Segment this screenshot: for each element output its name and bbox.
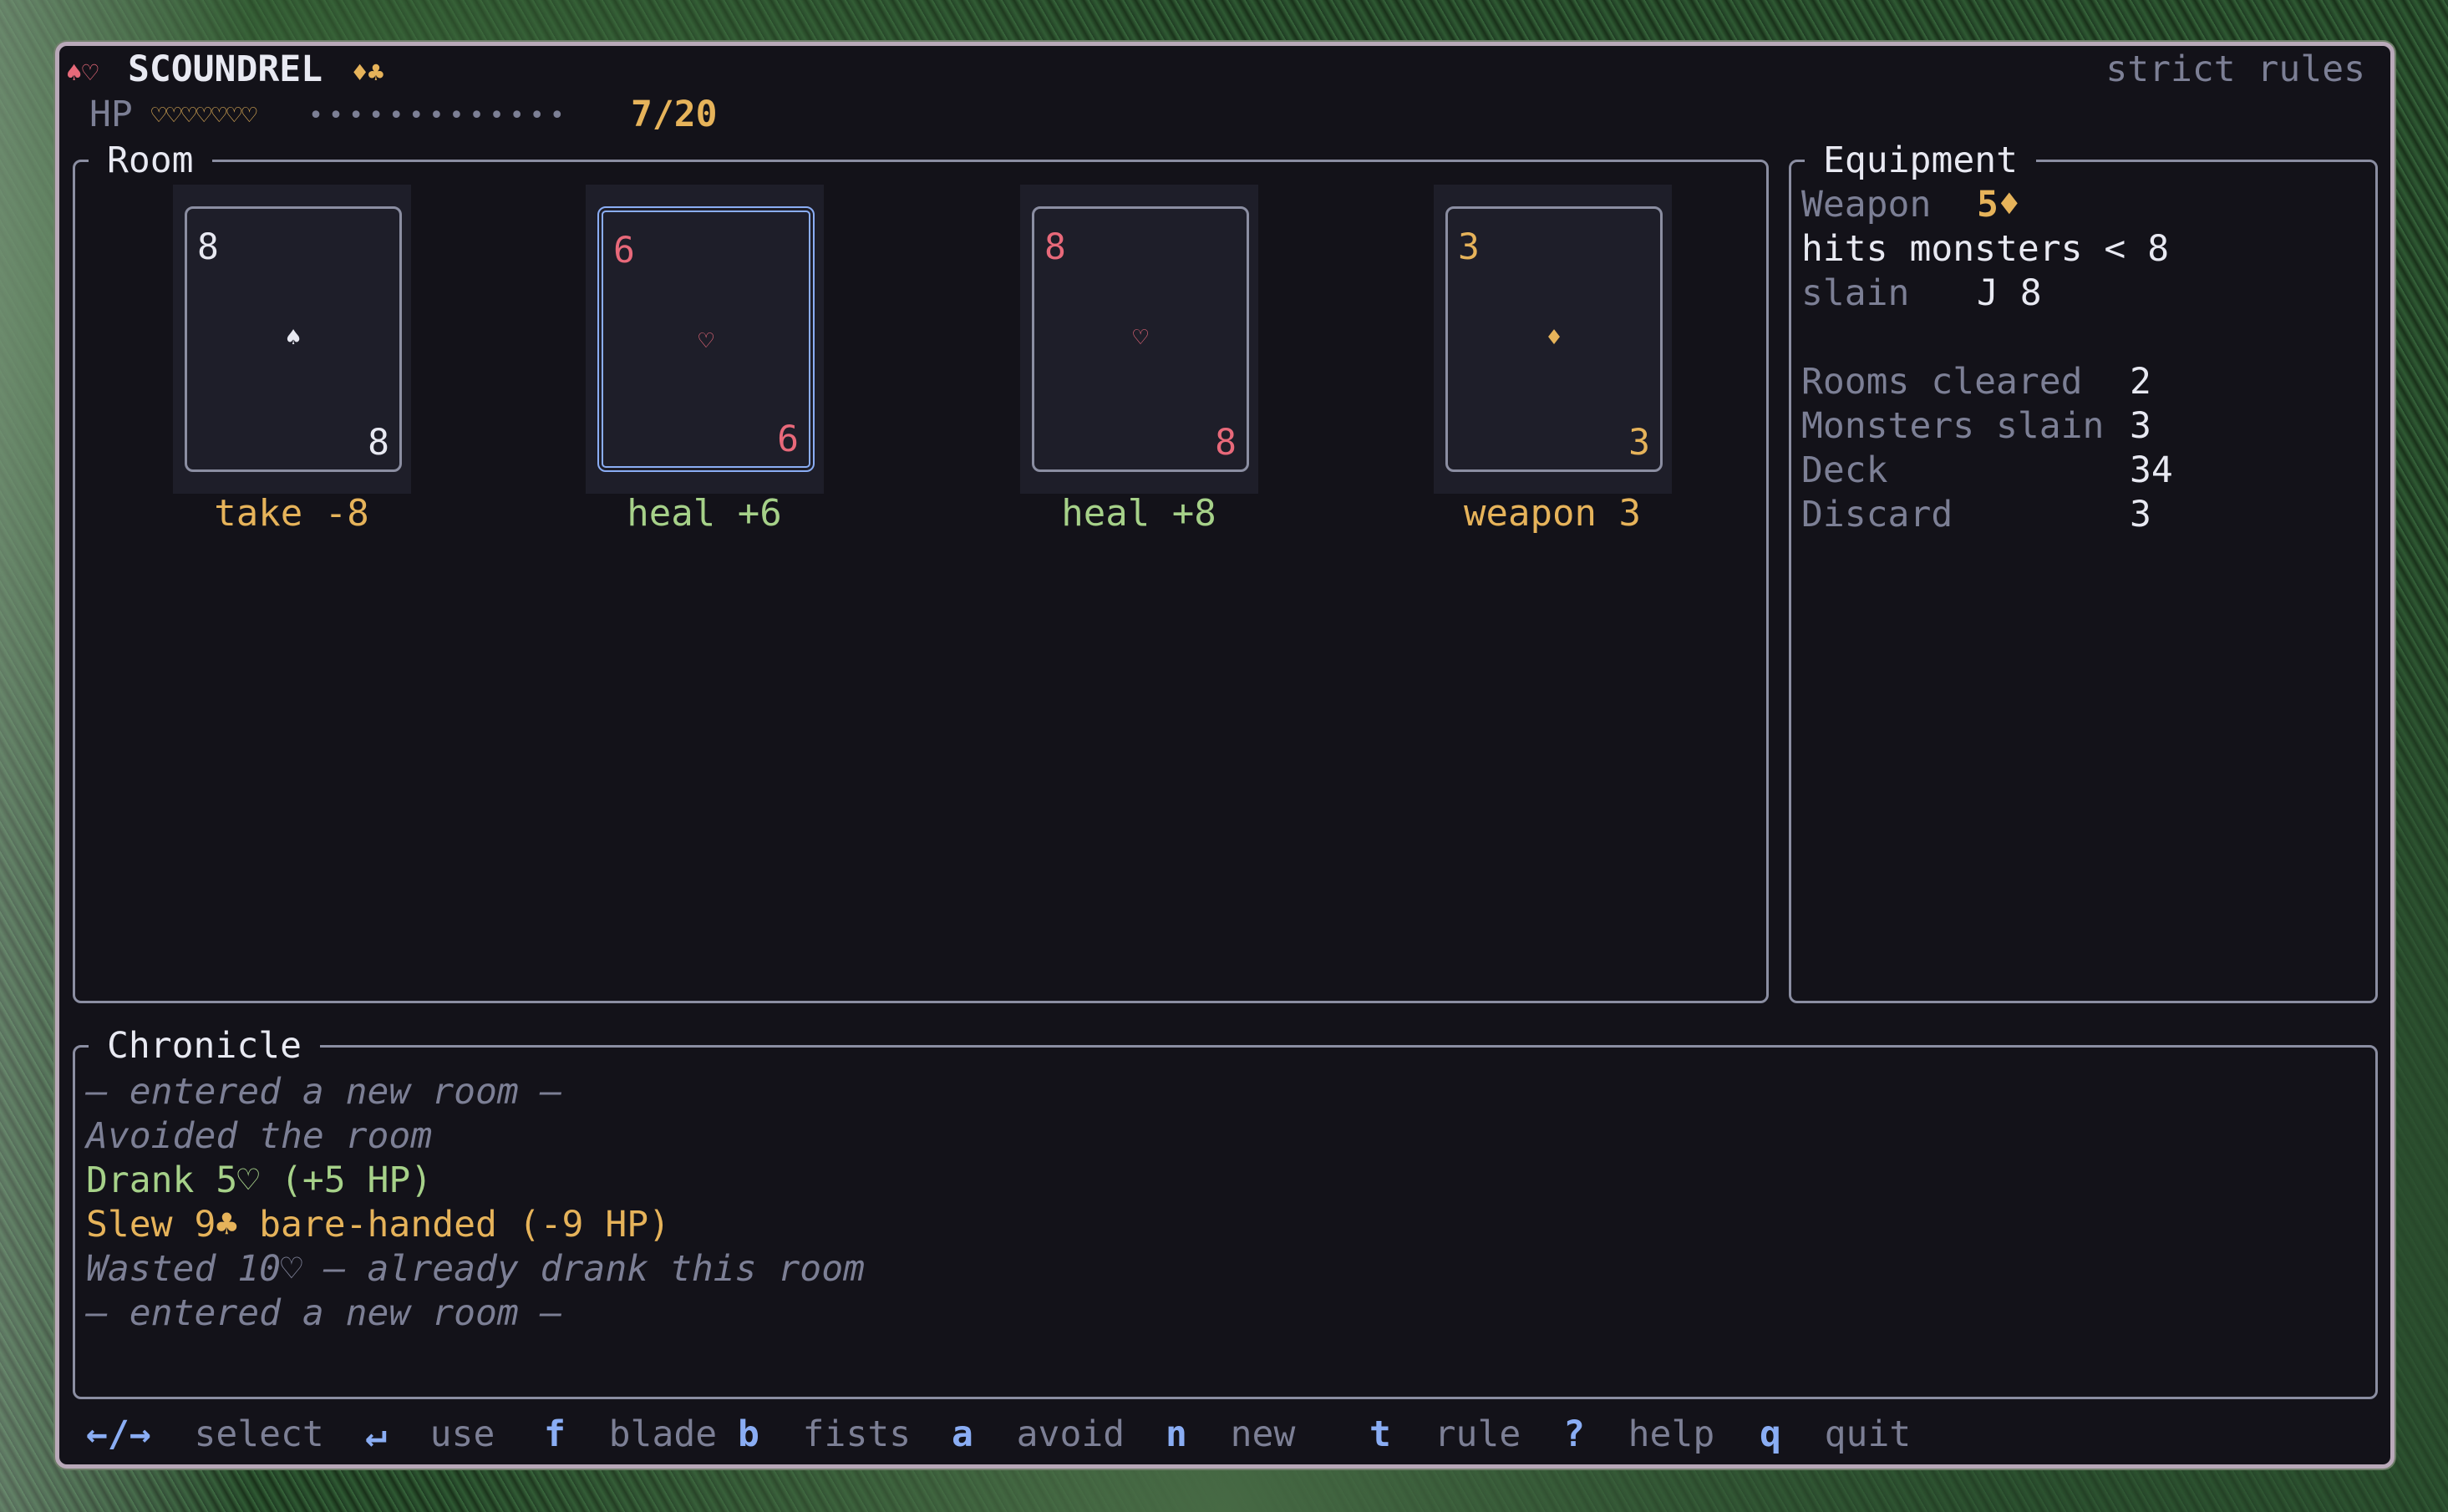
room-card-selected[interactable]: 6 ♡ 6 bbox=[597, 206, 815, 472]
chronicle-entry: Drank 5♡ (+5 HP) bbox=[86, 1159, 433, 1201]
heart-icon: ♡ bbox=[698, 327, 714, 356]
key-hint-rule[interactable]: t rule bbox=[1369, 1413, 1521, 1456]
heart-icon: ♡ bbox=[1132, 323, 1149, 353]
diamond-icon: ♦ bbox=[1546, 323, 1562, 353]
chronicle-entry: — entered a new room — bbox=[86, 1292, 562, 1334]
key-hint-help[interactable]: ? help bbox=[1563, 1413, 1714, 1456]
chronicle-entry: Slew 9♣ bare-handed (-9 HP) bbox=[86, 1204, 670, 1246]
hp-hearts: ♡♡♡♡♡♡♡ bbox=[151, 101, 257, 130]
room-card[interactable]: 8 ♡ 8 bbox=[1032, 206, 1249, 472]
key-hint-key: ←/→ bbox=[86, 1413, 151, 1455]
stat-deck-label: Deck bbox=[1801, 449, 1888, 491]
room-card-slot[interactable]: 3 ♦ 3 weapon 3 bbox=[1434, 185, 1672, 535]
key-hint-use[interactable]: ↵ use bbox=[365, 1413, 495, 1456]
card-action-label: weapon 3 bbox=[1464, 492, 1641, 535]
room-panel-title: Room bbox=[89, 139, 212, 182]
card-rank-top: 8 bbox=[197, 226, 219, 268]
card-rank-bottom: 6 bbox=[777, 419, 799, 460]
key-hint-label: rule bbox=[1434, 1413, 1521, 1455]
chronicle-panel-title: Chronicle bbox=[89, 1024, 320, 1068]
key-hint-label: select bbox=[194, 1413, 324, 1455]
room-card-slot[interactable]: 6 ♡ 6 heal +6 bbox=[586, 185, 824, 535]
key-hint-key: f bbox=[544, 1413, 566, 1455]
terminal-window: ♠♡ SCOUNDREL ♦♣ strict rules HP ♡♡♡♡♡♡♡ … bbox=[55, 42, 2395, 1469]
key-hint-label: blade bbox=[608, 1413, 718, 1455]
key-hint-quit[interactable]: q quit bbox=[1760, 1413, 1911, 1456]
chronicle-entry: Avoided the room bbox=[86, 1115, 433, 1157]
weapon-label: Weapon bbox=[1801, 184, 1932, 226]
key-hint-label: quit bbox=[1824, 1413, 1912, 1455]
key-hint-label: fists bbox=[802, 1413, 912, 1455]
key-hint-label: use bbox=[429, 1413, 495, 1455]
equipment-panel-title: Equipment bbox=[1805, 139, 2036, 182]
slain-label: slain bbox=[1801, 272, 1910, 314]
room-card[interactable]: 8 ♠ 8 bbox=[185, 206, 402, 472]
key-hint-key: b bbox=[738, 1413, 759, 1455]
key-hint-blade[interactable]: f blade bbox=[544, 1413, 717, 1456]
spade-icon: ♠ bbox=[285, 323, 302, 353]
key-hint-key: ? bbox=[1563, 1413, 1585, 1455]
rules-mode: strict rules bbox=[2105, 48, 2365, 90]
weapon-hits-text: hits monsters < 8 bbox=[1801, 228, 2170, 270]
hp-empty-dots: ••••••••••••• bbox=[308, 101, 570, 130]
stat-deck-value: 34 bbox=[2130, 449, 2173, 491]
key-hint-label: new bbox=[1230, 1413, 1296, 1455]
card-rank-top: 6 bbox=[613, 230, 635, 271]
weapon-value: 5♦ bbox=[1977, 184, 2020, 226]
key-hint-label: avoid bbox=[1016, 1413, 1125, 1455]
room-card-slot[interactable]: 8 ♡ 8 heal +8 bbox=[1020, 185, 1258, 535]
stat-monsters-slain-label: Monsters slain bbox=[1801, 405, 2105, 447]
stat-rooms-cleared-label: Rooms cleared bbox=[1801, 361, 2083, 403]
title-suits-right: ♦♣ bbox=[352, 57, 384, 89]
key-hint-key: n bbox=[1166, 1413, 1187, 1455]
hp-label: HP bbox=[89, 94, 133, 135]
card-rank-bottom: 8 bbox=[368, 422, 389, 464]
card-rank-bottom: 3 bbox=[1628, 422, 1650, 464]
stat-discard-label: Discard bbox=[1801, 494, 1953, 535]
slain-value: J 8 bbox=[1977, 272, 2042, 314]
key-hint-key: q bbox=[1760, 1413, 1781, 1455]
title-suits-left: ♠♡ bbox=[66, 57, 99, 89]
chronicle-entry: — entered a new room — bbox=[86, 1071, 562, 1113]
room-card-slot[interactable]: 8 ♠ 8 take -8 bbox=[173, 185, 411, 535]
chronicle-entry: Wasted 10♡ — already drank this room bbox=[86, 1248, 865, 1290]
room-card[interactable]: 3 ♦ 3 bbox=[1445, 206, 1663, 472]
stat-monsters-slain-value: 3 bbox=[2130, 405, 2151, 447]
key-hint-key: a bbox=[952, 1413, 973, 1455]
key-hint-key: t bbox=[1369, 1413, 1391, 1455]
key-hint-fists[interactable]: b fists bbox=[738, 1413, 911, 1456]
stat-rooms-cleared-value: 2 bbox=[2130, 361, 2151, 403]
app-title: SCOUNDREL bbox=[128, 48, 323, 90]
hp-value: 7/20 bbox=[631, 94, 718, 135]
card-action-label: heal +8 bbox=[1061, 492, 1216, 535]
card-rank-bottom: 8 bbox=[1215, 422, 1237, 464]
card-rank-top: 8 bbox=[1044, 226, 1066, 268]
stat-discard-value: 3 bbox=[2130, 494, 2151, 535]
key-hint-label: help bbox=[1628, 1413, 1715, 1455]
card-action-label: take -8 bbox=[214, 492, 369, 535]
key-hint-select[interactable]: ←/→ select bbox=[86, 1413, 324, 1456]
key-hint-key: ↵ bbox=[365, 1413, 387, 1455]
key-hint-avoid[interactable]: a avoid bbox=[952, 1413, 1125, 1456]
key-hint-new[interactable]: n new bbox=[1166, 1413, 1295, 1456]
card-action-label: heal +6 bbox=[627, 492, 782, 535]
card-rank-top: 3 bbox=[1458, 226, 1480, 268]
